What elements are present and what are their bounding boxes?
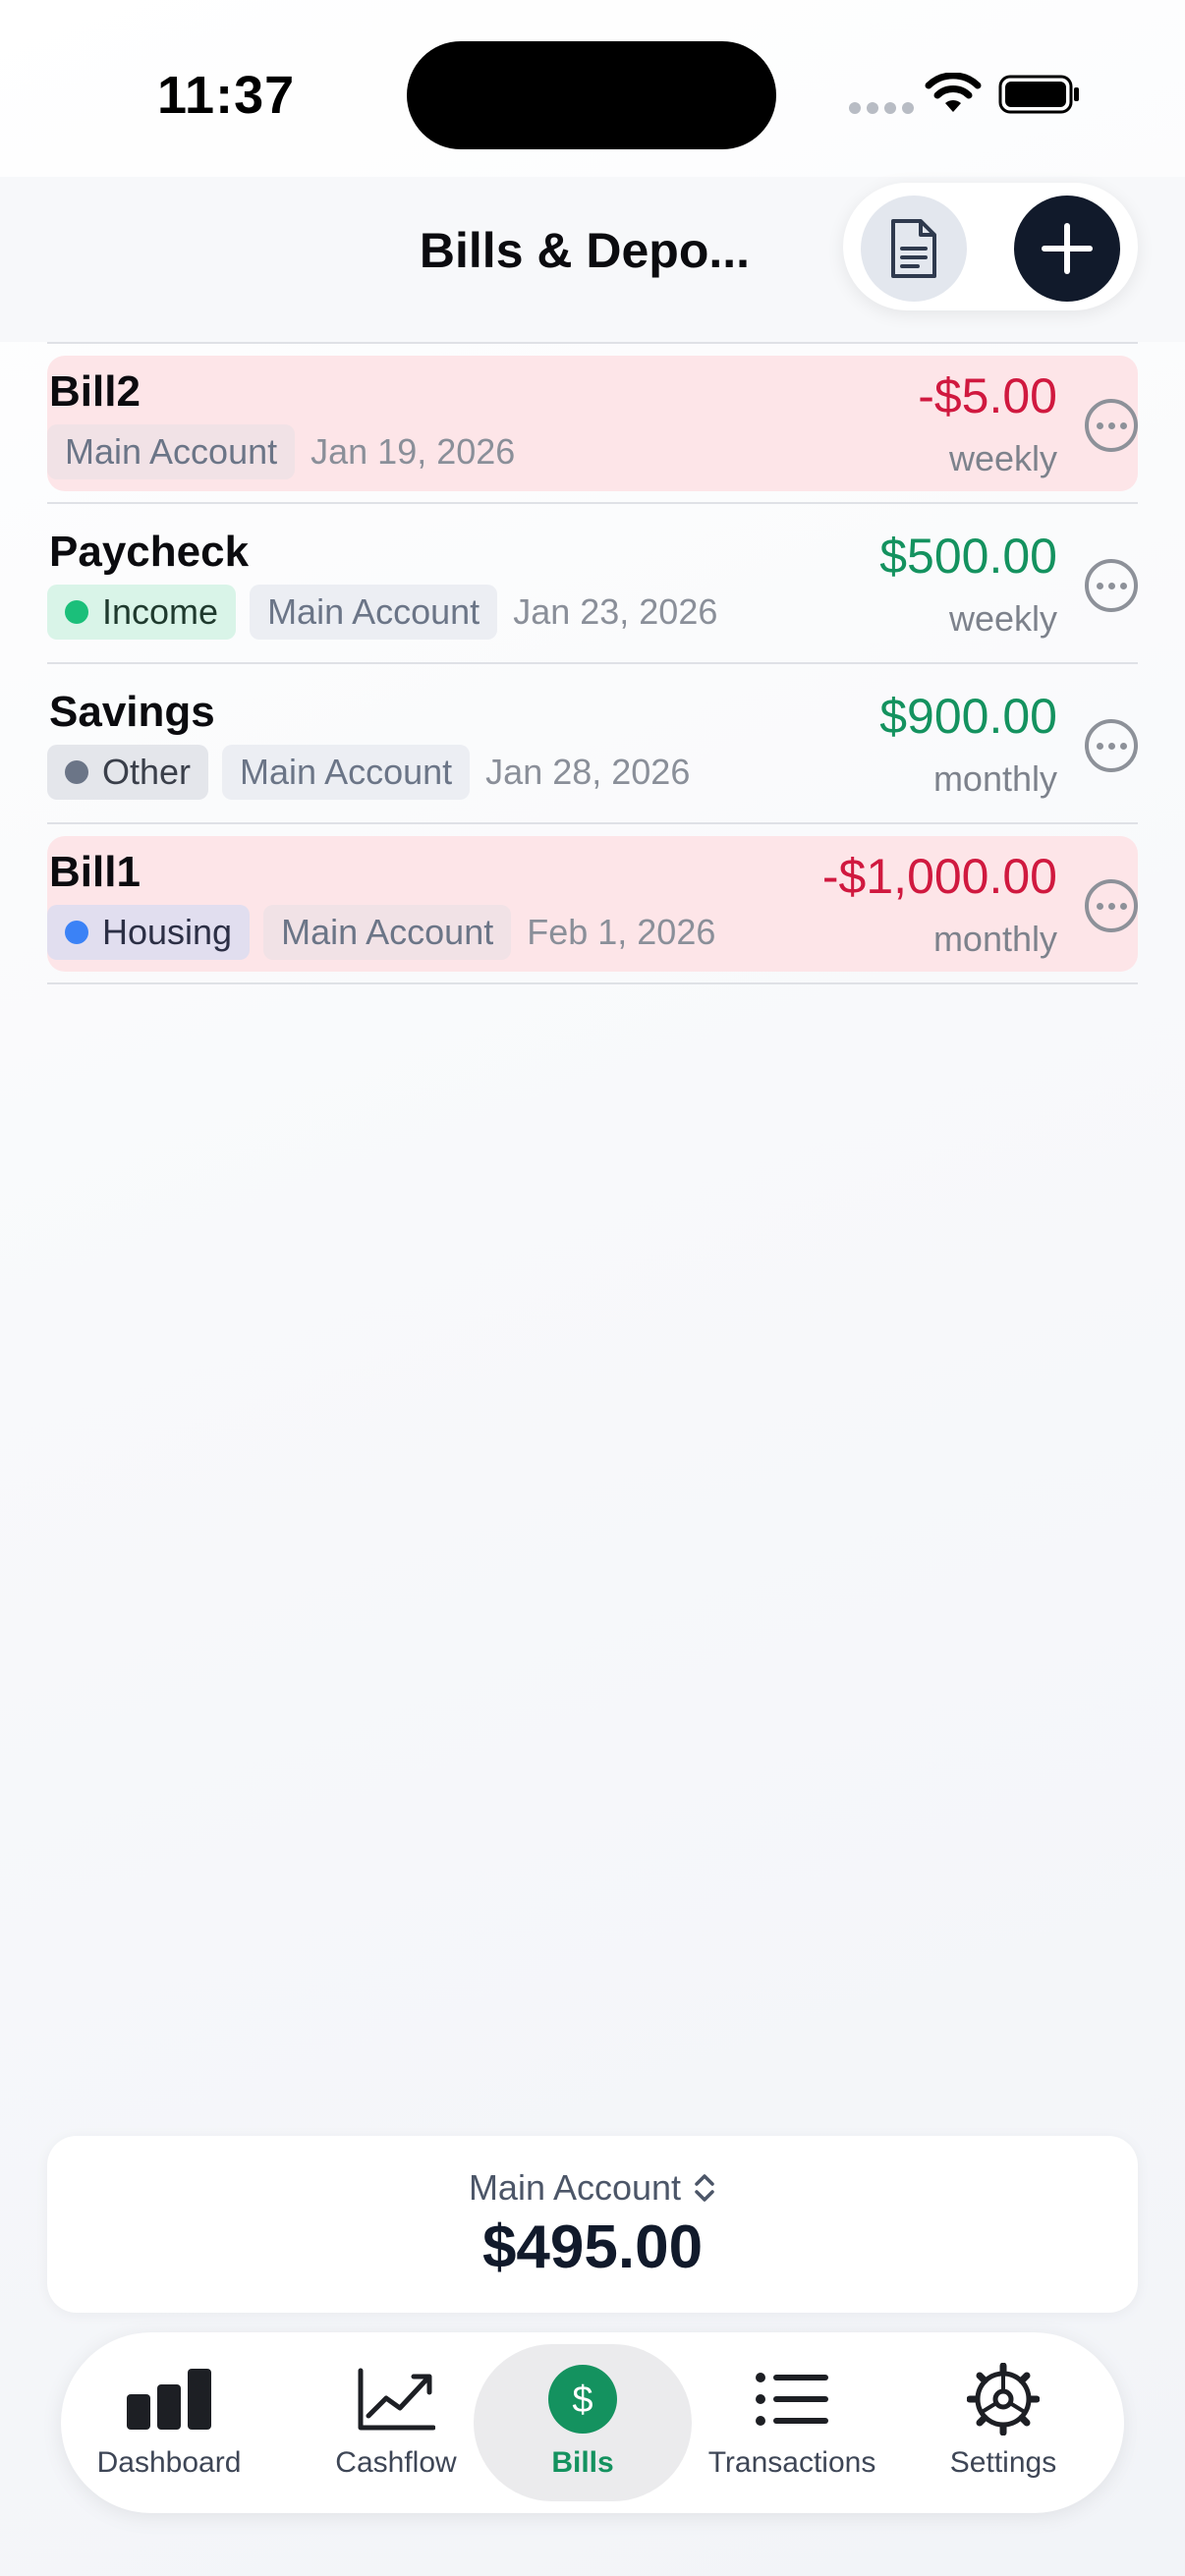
plus-icon [1042,223,1093,274]
line-chart-icon [357,2360,435,2438]
bills-screen: 11:37 Bills & Depo... Bill2 Main Account… [0,0,1185,2576]
list-icon [756,2360,828,2438]
tab-label: Cashflow [335,2446,457,2479]
dollar-circle-icon: $ [547,2360,618,2438]
bill-name: Savings [49,688,215,736]
category-label: Housing [102,912,233,952]
more-options-button[interactable] [1085,559,1138,612]
tab-label: Dashboard [96,2446,242,2479]
bill-frequency: weekly [948,598,1057,639]
bill-date: Jan 19, 2026 [310,431,516,472]
bill-date: Feb 1, 2026 [527,912,716,952]
account-selector[interactable]: Main Account [47,2167,1138,2209]
bill-date: Jan 23, 2026 [513,591,718,632]
status-time: 11:37 [157,66,296,125]
list-item[interactable]: Savings Other Main Account Jan 28, 2026 … [47,664,1138,824]
category-dot-icon [65,921,88,944]
bill-frequency: weekly [948,438,1057,478]
add-bill-button[interactable] [1014,196,1120,302]
bill-frequency: monthly [932,758,1057,799]
status-bar: 11:37 [0,0,1185,177]
more-options-button[interactable] [1085,719,1138,772]
bill-name: Bill1 [49,848,141,896]
account-tag: Main Account [47,424,296,479]
tab-bar: Dashboard Cashflow $ Bills Transactions … [61,2332,1124,2513]
bill-amount: $500.00 [879,529,1057,584]
tab-label: Transactions [707,2446,876,2479]
gear-icon [967,2360,1040,2438]
list-item[interactable]: Bill1 Housing Main Account Feb 1, 2026 -… [47,824,1138,984]
document-icon [891,219,936,278]
chevron-up-down-icon [695,2174,714,2202]
bill-amount: -$5.00 [918,368,1057,423]
bill-name: Bill2 [49,367,141,416]
bill-amount: $900.00 [879,689,1057,744]
tab-settings[interactable]: Settings [930,2344,1077,2501]
bill-tags: Other Main Account Jan 28, 2026 [47,745,690,800]
cellular-signal-icon [849,102,914,114]
account-tag: Main Account [263,905,512,960]
account-balance-card: Main Account $495.00 [47,2136,1138,2313]
tab-transactions[interactable]: Transactions [696,2344,888,2501]
list-item[interactable]: Bill2 Main Account Jan 19, 2026 -$5.00 w… [47,344,1138,504]
category-label: Income [102,591,219,632]
tab-dashboard[interactable]: Dashboard [90,2344,248,2501]
category-tag: Income [47,585,237,640]
tab-cashflow[interactable]: Cashflow [322,2344,470,2501]
more-options-button[interactable] [1085,879,1138,932]
bill-name: Paycheck [49,528,250,576]
account-balance: $495.00 [481,2213,704,2281]
category-dot-icon [65,760,88,784]
bill-tags: Housing Main Account Feb 1, 2026 [47,905,715,960]
category-dot-icon [65,600,88,624]
wifi-icon [925,73,982,112]
bill-date: Jan 28, 2026 [485,752,691,792]
account-tag: Main Account [250,585,498,640]
account-name: Main Account [468,2167,682,2208]
dynamic-island [407,41,776,149]
bill-tags: Main Account Jan 19, 2026 [47,424,515,479]
tab-label: Bills [551,2446,614,2479]
tab-bills[interactable]: $ Bills [474,2344,692,2501]
category-label: Other [102,752,192,792]
bar-chart-icon [125,2360,213,2438]
bill-amount: -$1,000.00 [821,849,1057,904]
category-tag: Housing [47,905,251,960]
list-divider [47,982,1138,984]
battery-icon [998,75,1079,114]
bills-list: Bill2 Main Account Jan 19, 2026 -$5.00 w… [47,342,1138,984]
more-options-button[interactable] [1085,399,1138,452]
bill-frequency: monthly [932,919,1057,959]
tab-label: Settings [949,2446,1057,2479]
bill-tags: Income Main Account Jan 23, 2026 [47,585,717,640]
document-button[interactable] [861,196,967,302]
svg-text:$: $ [572,2380,592,2421]
category-tag: Other [47,745,209,800]
list-item[interactable]: Paycheck Income Main Account Jan 23, 202… [47,504,1138,664]
account-tag: Main Account [222,745,471,800]
